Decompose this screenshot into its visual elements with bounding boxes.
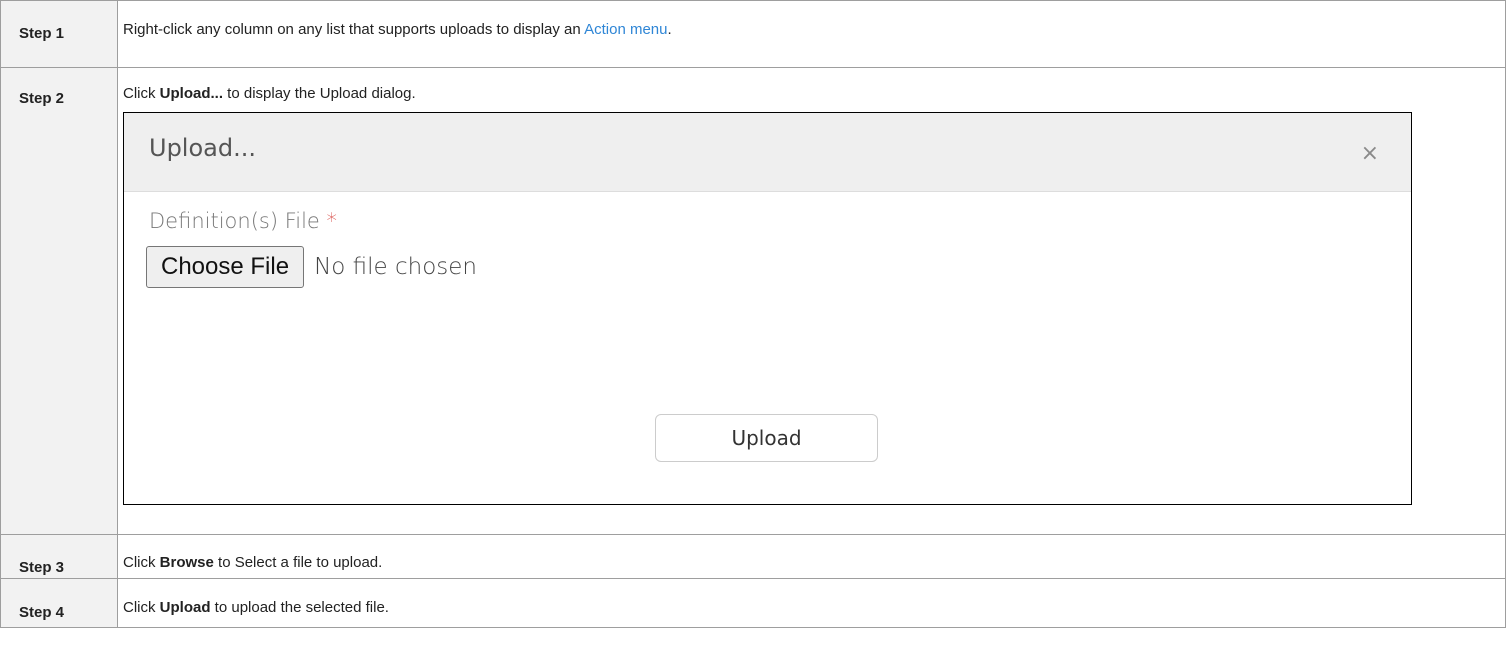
dialog-header: Upload... × [124,113,1411,192]
step-text-after: . [667,21,672,38]
required-marker: * [326,209,338,233]
step-row: Step 3 Click Browse to Select a file to … [0,534,1506,579]
action-menu-link[interactable]: Action menu [584,21,667,38]
file-input: Choose File No file chosen [146,245,477,289]
field-label-text: Definition(s) File [149,209,320,233]
upload-button[interactable]: Upload [655,414,878,462]
step-row: Step 2 Click Upload... to display the Up… [0,67,1506,535]
choose-file-button[interactable]: Choose File [146,246,305,288]
step-text-bold: Upload [159,599,211,616]
step-text-bold: Upload... [159,85,224,102]
step-text-before: Click [123,599,160,616]
step-text-before: Click [123,554,160,571]
step-row: Step 4 Click Upload to upload the select… [0,578,1506,628]
definition-file-label: Definition(s) File * [149,209,338,233]
step-body-cell: Click Browse to Select a file to upload. [117,534,1506,579]
step-body-cell: Click Upload... to display the Upload di… [117,67,1506,535]
step-text-bold: Browse [159,554,214,571]
step-text: Click Upload to upload the selected file… [118,579,1505,617]
upload-dialog-screenshot: Upload... × Definition(s) File * Choose … [123,112,1412,505]
step-text-after: to Select a file to upload. [213,554,383,571]
step-text-before: Click [123,85,160,102]
step-label: Step 1 [19,25,65,42]
step-label: Step 2 [19,90,65,107]
steps-table: Step 1 Right-click any column on any lis… [0,0,1506,628]
step-label: Step 4 [19,604,65,621]
step-label-cell: Step 3 [0,534,118,579]
step-text-after: to upload the selected file. [210,599,389,616]
step-body-cell: Right-click any column on any list that … [117,0,1506,68]
step-text: Click Upload... to display the Upload di… [118,68,1505,103]
dialog-title: Upload... [149,134,256,162]
close-icon[interactable]: × [1361,143,1379,165]
step-row: Step 1 Right-click any column on any lis… [0,0,1506,68]
step-label-cell: Step 1 [0,0,118,68]
step-text-before: Right-click any column on any list that … [123,21,585,38]
step-text-after: to display the Upload dialog. [223,85,416,102]
step-label-cell: Step 2 [0,67,118,535]
step-label: Step 3 [19,559,65,576]
step-label-cell: Step 4 [0,578,118,628]
step-body-cell: Click Upload to upload the selected file… [117,578,1506,628]
no-file-text: No file chosen [314,254,477,280]
step-text: Right-click any column on any list that … [118,1,1505,39]
step-text: Click Browse to Select a file to upload. [118,535,1505,572]
